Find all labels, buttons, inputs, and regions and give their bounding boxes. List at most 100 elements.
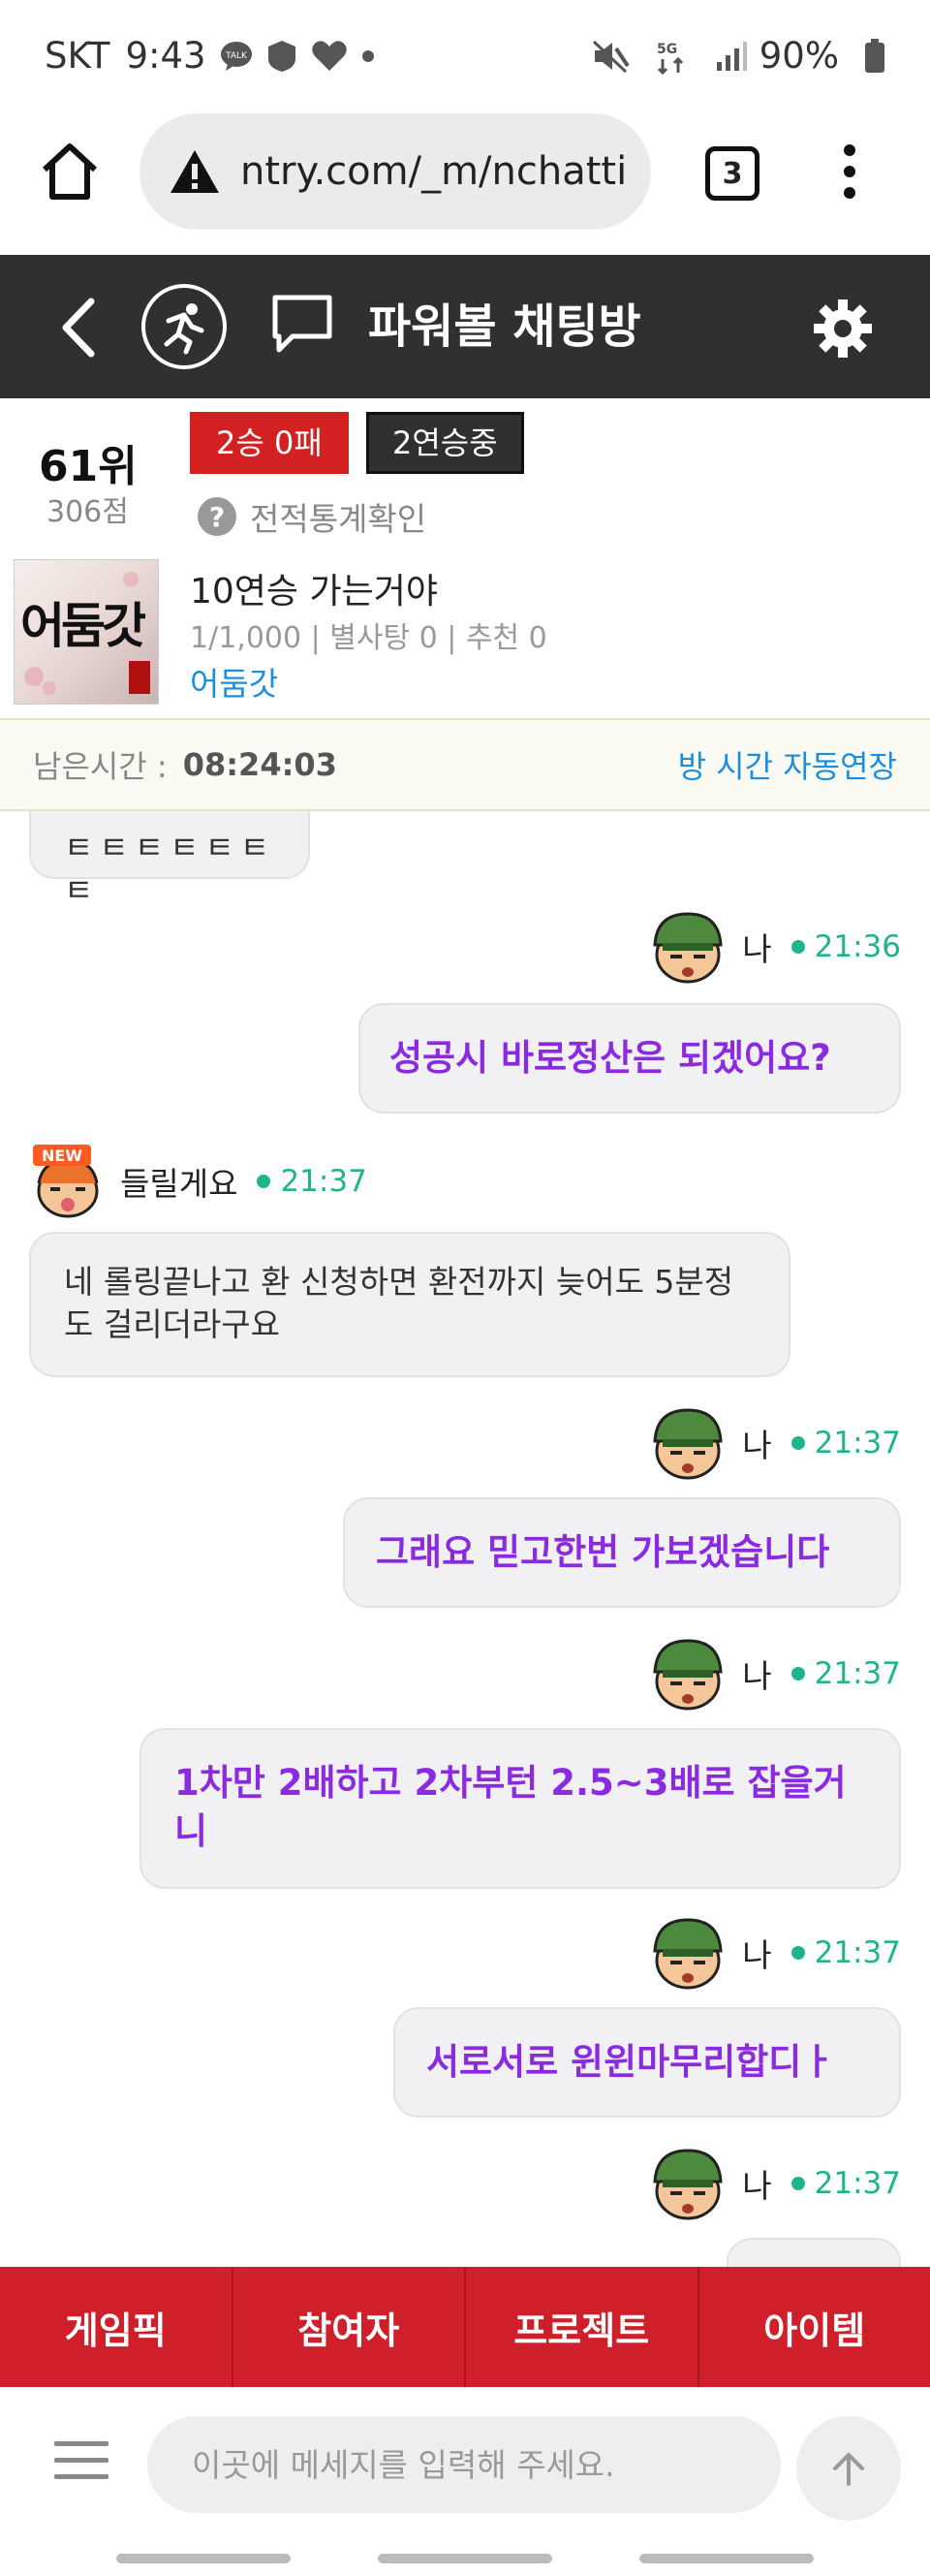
streak-badge: 2연승중 — [366, 412, 524, 474]
record-badge: 2승 0패 — [190, 412, 349, 474]
hamburger-icon-line — [54, 2458, 108, 2463]
chat-messages[interactable]: ㅌㅌㅌㅌㅌㅌㅌ 나 21:36 성공시 바로정산은 되겠어요? NEW 들릴게요… — [0, 811, 930, 2267]
menu-button[interactable] — [54, 2441, 108, 2484]
chat-bubble-icon — [272, 295, 332, 353]
system-nav-bar — [0, 2542, 930, 2576]
message-input[interactable] — [147, 2416, 781, 2513]
5g-icon: 5G — [655, 38, 690, 75]
message-header: NEW 들릴게요 21:37 — [29, 1143, 367, 1220]
message-text: 1차만 2배하고 2차부턴 2.5~3배로 잡을거니 — [174, 1762, 847, 1852]
message-text: ㅌㅌㅌㅌㅌㅌㅌ — [64, 829, 276, 909]
room-title: 파워볼 채팅방 — [368, 299, 641, 354]
sender-name: 들릴게요 — [120, 1165, 238, 1203]
avatar-calligraphy: 어둠갓 — [20, 597, 146, 654]
host-profile: 61위 306점 2승 0패 2연승중 ? 전적통계확인 어둠갓 10연승 가는… — [0, 398, 930, 718]
soldier-avatar-icon — [653, 912, 723, 984]
status-message: 10연승 가는거야 — [190, 572, 438, 612]
back-button[interactable] — [54, 294, 103, 361]
settings-button[interactable] — [812, 298, 874, 360]
bottom-tab-bar: 게임픽 참여자 프로젝트 아이템 — [0, 2267, 930, 2387]
online-indicator — [790, 1436, 805, 1450]
arrow-up-icon — [833, 2453, 864, 2486]
sender-name: 나 — [742, 930, 772, 968]
chat-header: 파워볼 채팅방 — [0, 255, 930, 398]
message-time: 21:36 — [814, 929, 901, 964]
room-timer-bar: 남은시간 : 08:24:03 방 시간 자동연장 — [0, 718, 930, 811]
chat-list-button[interactable] — [267, 290, 337, 360]
chevron-left-icon — [62, 298, 95, 358]
chat-message-bubble: 네 롤링끝나고 환 신청하면 환전까지 늦어도 5분정도 걸리더라구요 — [29, 1232, 790, 1377]
chat-message-bubble: 그래요 믿고한번 가보겠습니다 — [343, 1497, 901, 1608]
sender-name: 나 — [742, 1936, 772, 1974]
host-nickname[interactable]: 어둠갓 — [190, 658, 278, 705]
message-time: 21:37 — [814, 1656, 901, 1691]
tab-project[interactable]: 프로젝트 — [466, 2267, 699, 2387]
message-header: 나 21:36 — [649, 908, 901, 986]
timer-value: 08:24:03 — [182, 746, 337, 783]
message-text: 성공시 바로정산은 되겠어요? — [389, 1037, 831, 1079]
browser-menu-button[interactable] — [835, 141, 864, 203]
rank-label: 61위 — [39, 442, 138, 491]
chat-message-bubble: 1차만 2배하고 2차부턴 2.5~3배로 잡을거니 — [140, 1728, 901, 1889]
url-text: ntry.com/_m/nchatti — [240, 149, 628, 194]
soldier-avatar-icon — [653, 1408, 723, 1480]
host-avatar[interactable]: 어둠갓 — [14, 559, 159, 705]
tab-switcher-button[interactable]: 3 — [705, 146, 760, 201]
tab-game-pick[interactable]: 게임픽 — [0, 2267, 233, 2387]
profile-meta: 1/1,000 | 별사탕 0 | 추천 0 — [190, 621, 547, 655]
nav-recents-handle[interactable] — [116, 2554, 291, 2563]
stats-link-label: 전적통계확인 — [250, 500, 427, 538]
online-indicator — [257, 1175, 271, 1188]
more-vertical-icon — [844, 144, 855, 199]
soldier-avatar-icon — [653, 2149, 723, 2220]
nav-back-handle[interactable] — [639, 2554, 814, 2563]
hamburger-icon-line — [54, 2474, 108, 2479]
message-time: 21:37 — [814, 1935, 901, 1970]
message-text: 네 롤링끝나고 환 신청하면 환전까지 늦어도 5분정도 걸리더라구요 — [64, 1263, 734, 1343]
message-time: 21:37 — [280, 1164, 367, 1199]
newbie-avatar: NEW — [29, 1143, 107, 1220]
online-indicator — [790, 940, 805, 954]
message-header: 나 21:37 — [649, 1404, 901, 1482]
signal-icon — [715, 41, 748, 72]
home-button[interactable] — [39, 141, 101, 203]
home-icon — [42, 143, 98, 200]
message-header: 나 21:37 — [649, 1635, 901, 1712]
newbie-face-icon: NEW — [33, 1145, 99, 1218]
timer-label: 남은시간 : — [33, 748, 168, 785]
tab-participants[interactable]: 참여자 — [233, 2267, 466, 2387]
nav-home-handle[interactable] — [378, 2554, 552, 2563]
tab-items[interactable]: 아이템 — [699, 2267, 930, 2387]
soldier-avatar-icon — [653, 1918, 723, 1990]
hamburger-icon — [54, 2441, 108, 2446]
soldier-avatar-icon — [653, 1639, 723, 1711]
mute-icon — [591, 39, 630, 74]
auto-extend-link[interactable]: 방 시간 자동연장 — [678, 742, 897, 787]
send-button[interactable] — [796, 2416, 901, 2521]
address-bar[interactable]: ntry.com/_m/nchatti — [140, 113, 651, 230]
online-indicator — [790, 2177, 805, 2190]
svg-text:TALK: TALK — [225, 51, 248, 61]
message-compose-bar — [0, 2387, 930, 2542]
exit-room-button[interactable] — [141, 284, 227, 369]
help-icon: ? — [198, 497, 236, 536]
heart-icon — [311, 40, 348, 73]
gear-icon — [814, 299, 872, 358]
svg-text:5G: 5G — [657, 42, 677, 57]
talk-icon: TALK — [220, 41, 253, 72]
running-man-icon — [164, 303, 204, 355]
online-indicator — [790, 1946, 805, 1960]
stats-link[interactable]: ? 전적통계확인 — [198, 493, 426, 540]
message-text: 그래요 믿고한번 가보겠습니다 — [376, 1531, 830, 1573]
sender-name: 나 — [742, 1427, 772, 1464]
message-header: 나 21:37 — [649, 1914, 901, 1992]
chat-message-bubble — [727, 2238, 901, 2267]
carrier-label: SKT — [45, 35, 110, 77]
badge-icon — [266, 40, 297, 73]
message-time: 21:37 — [814, 1426, 901, 1461]
message-time: 21:37 — [814, 2166, 901, 2201]
points-label: 306점 — [46, 495, 129, 529]
sender-name: 나 — [742, 1657, 772, 1695]
chat-message-bubble: ㅌㅌㅌㅌㅌㅌㅌ — [29, 811, 310, 909]
chat-message-bubble: 성공시 바로정산은 되겠어요? — [358, 1003, 901, 1114]
